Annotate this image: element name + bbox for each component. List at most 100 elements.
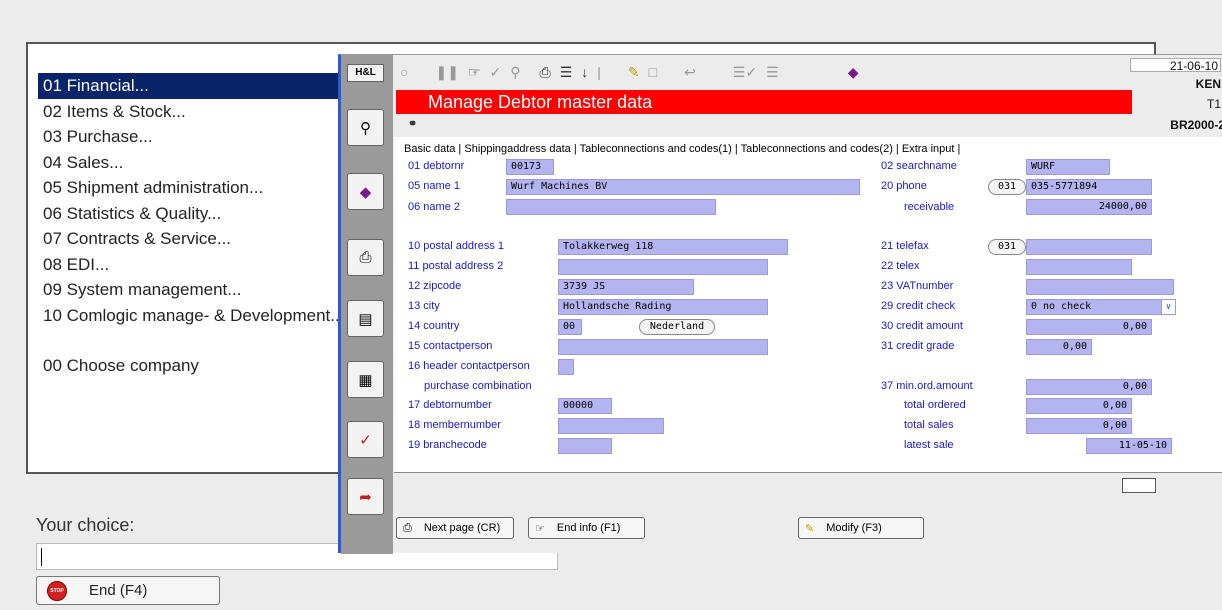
debtor-window: H&L ⚲ ◆ ⎙ ▤ ▦ ✓ ➦ ○ ❚❚ ☞ ✓ ⚲ ⎙ ☰ ↓ | ✎ □…	[338, 54, 1222, 554]
print-icon[interactable]: ⎙	[347, 239, 384, 276]
city-field[interactable]: Hollandsche Rading	[558, 299, 768, 315]
hand-icon[interactable]: ✓	[347, 421, 384, 458]
next-page-icon[interactable]: ↓	[581, 64, 588, 80]
end-info-button[interactable]: ☞ End info (F1)	[528, 517, 645, 539]
session-terminal: T1	[1206, 97, 1221, 111]
label-total-sales: total sales	[904, 419, 954, 431]
page-indicator[interactable]	[1122, 478, 1156, 493]
list-check-icon[interactable]: ☰	[766, 64, 779, 81]
membernumber-field[interactable]	[558, 418, 664, 434]
label-telex: 22 telex	[881, 260, 920, 272]
menu-item-sales[interactable]: 04 Sales...	[38, 150, 368, 176]
end-button-label: End (F4)	[89, 582, 148, 599]
hand-icon[interactable]: ☞	[468, 64, 481, 81]
postal-address-2-field[interactable]	[558, 259, 768, 275]
label-credit-amount: 30 credit amount	[881, 320, 963, 332]
credit-amount-field[interactable]: 0,00	[1026, 319, 1152, 335]
label-name-2: 06 name 2	[408, 201, 460, 213]
branchecode-field[interactable]	[558, 438, 612, 454]
pin-icon[interactable]: ↩	[684, 64, 696, 81]
menu-item-edi[interactable]: 08 EDI...	[38, 252, 368, 278]
tab-table-connections-2[interactable]: Tableconnections and codes(2)	[741, 143, 893, 155]
tab-extra-input[interactable]: Extra input	[902, 143, 955, 155]
menu-item-choose-company[interactable]: 00 Choose company	[38, 353, 368, 379]
window-title: Manage Debtor master data	[396, 90, 1132, 114]
text-caret	[41, 548, 42, 566]
calculator-icon[interactable]: ▦	[347, 361, 384, 398]
program-code: BR2000-2	[1170, 118, 1222, 132]
print-icon[interactable]: ⎙	[540, 64, 551, 81]
menu-item-shipment[interactable]: 05 Shipment administration...	[38, 175, 368, 201]
menu-item-contracts[interactable]: 07 Contracts & Service...	[38, 226, 368, 252]
label-vatnumber: 23 VATnumber	[881, 280, 954, 292]
next-page-button[interactable]: ⎙ Next page (CR)	[396, 517, 514, 539]
glasses-icon[interactable]: ⚭	[408, 117, 417, 130]
menu-item-items-stock[interactable]: 02 Items & Stock...	[38, 99, 368, 125]
tab-bar: Basic data | Shippingaddress data | Tabl…	[404, 143, 961, 155]
label-latest-sale: latest sale	[904, 439, 954, 451]
chevron-down-icon[interactable]: ∨	[1161, 300, 1175, 314]
telex-field[interactable]	[1026, 259, 1132, 275]
tab-basic-data[interactable]: Basic data	[404, 143, 455, 155]
phone-prefix: 031	[988, 179, 1026, 195]
exit-icon[interactable]: ➦	[347, 478, 384, 515]
header-contactperson-field[interactable]	[558, 359, 574, 375]
latest-sale-field: 11-05-10	[1086, 438, 1172, 454]
end-button[interactable]: STOP End (F4)	[36, 576, 220, 605]
label-debtornumber: 17 debtornumber	[408, 399, 492, 411]
document-icon[interactable]: ▤	[347, 300, 384, 337]
blank-icon[interactable]: □	[649, 64, 657, 80]
book-icon[interactable]: ◆	[848, 64, 859, 81]
tab-table-connections-1[interactable]: Tableconnections and codes(1)	[580, 143, 732, 155]
credit-check-select[interactable]: 0 no check ∨	[1026, 299, 1176, 315]
phone-field[interactable]: 035-5771894	[1026, 179, 1152, 195]
telefax-prefix: 031	[988, 239, 1026, 255]
label-name-1: 05 name 1	[408, 180, 460, 192]
hand-icon: ☞	[535, 522, 545, 535]
list-icon[interactable]: ☰	[560, 64, 573, 81]
postal-address-1-field[interactable]: Tolakkerweg 118	[558, 239, 788, 255]
book-icon[interactable]: ◆	[347, 173, 384, 210]
label-postal-address-2: 11 postal address 2	[408, 260, 504, 272]
toolbar: ○ ❚❚ ☞ ✓ ⚲ ⎙ ☰ ↓ | ✎ □ ↩ ☰✓ ☰ ◆	[394, 55, 1222, 89]
menu-item-system[interactable]: 09 System management...	[38, 277, 368, 303]
menu-item-purchase[interactable]: 03 Purchase...	[38, 124, 368, 150]
menu-item-financial[interactable]: 01 Financial...	[38, 73, 368, 99]
end-info-label: End info (F1)	[556, 522, 621, 534]
modify-button[interactable]: ✎ Modify (F3)	[798, 517, 924, 539]
label-debtornr: 01 debtornr	[408, 160, 465, 172]
form-panel: Basic data | Shippingaddress data | Tabl…	[394, 137, 1222, 473]
label-receivable: receivable	[904, 201, 955, 213]
name-2-field[interactable]	[506, 199, 716, 215]
debtornumber-field[interactable]: 00000	[558, 398, 612, 414]
tab-shipping-address[interactable]: Shippingaddress data	[464, 143, 570, 155]
list-check-icon[interactable]: ☰✓	[733, 64, 757, 81]
search-icon[interactable]: ⚲	[347, 109, 384, 146]
country-name-badge: Nederland	[639, 319, 715, 335]
label-header-contactperson: 16 header contactperson	[408, 360, 530, 372]
label-membernumber: 18 membernumber	[408, 419, 501, 431]
hl-button[interactable]: H&L	[347, 64, 384, 82]
label-branchecode: 19 branchecode	[408, 439, 487, 451]
check-icon[interactable]: ✓	[490, 64, 502, 81]
zipcode-field[interactable]: 3739 JS	[558, 279, 694, 295]
credit-grade-field[interactable]: 0,00	[1026, 339, 1092, 355]
searchname-field[interactable]: WURF	[1026, 159, 1110, 175]
debtornr-field[interactable]: 00173	[506, 159, 554, 175]
vatnumber-field[interactable]	[1026, 279, 1174, 295]
min-ord-amount-field[interactable]: 0,00	[1026, 379, 1152, 395]
pin-icon[interactable]: ⚲	[510, 64, 520, 81]
modify-label: Modify (F3)	[826, 522, 882, 534]
next-page-label: Next page (CR)	[423, 522, 501, 534]
telefax-field[interactable]	[1026, 239, 1152, 255]
pause-icon[interactable]: ❚❚	[435, 64, 458, 81]
menu-item-comlogic[interactable]: 10 Comlogic manage- & Development...	[38, 303, 368, 329]
edit-icon[interactable]: ✎	[628, 64, 640, 81]
label-purchase-combination: purchase combination	[424, 380, 532, 392]
circle-icon[interactable]: ○	[400, 64, 408, 80]
receivable-field: 24000,00	[1026, 199, 1152, 215]
country-field[interactable]: 00	[558, 319, 582, 335]
name-1-field[interactable]: Wurf Machines BV	[506, 179, 860, 195]
menu-item-statistics[interactable]: 06 Statistics & Quality...	[38, 201, 368, 227]
contactperson-field[interactable]	[558, 339, 768, 355]
